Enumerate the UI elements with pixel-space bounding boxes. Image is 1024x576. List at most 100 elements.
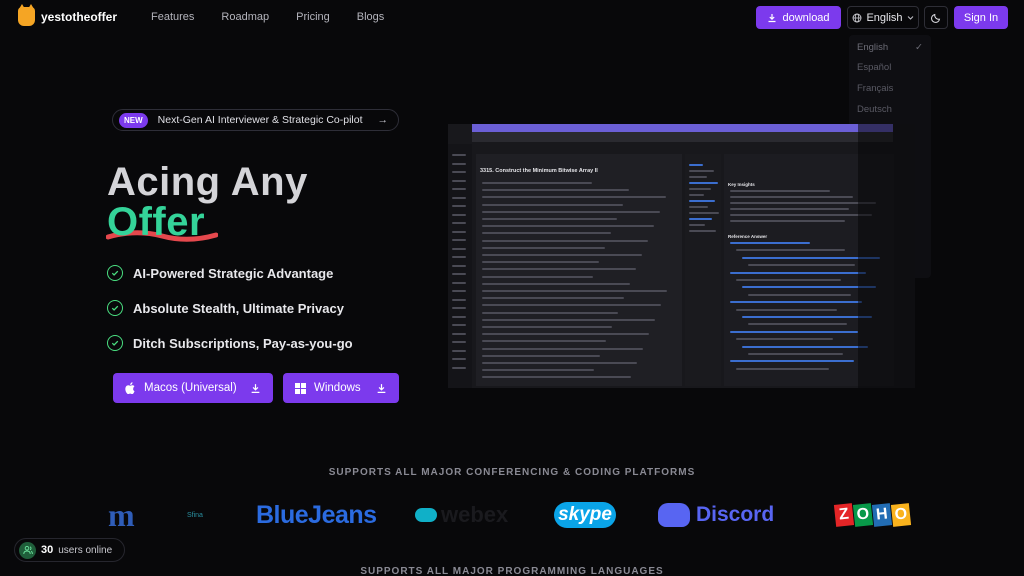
screenshot-line	[748, 264, 855, 267]
screenshot-line	[452, 315, 466, 318]
hero-title-line2: Offer	[107, 200, 206, 244]
nav-link-features[interactable]: Features	[151, 11, 194, 23]
screenshot-line	[452, 196, 466, 199]
logo-webex: webex	[415, 497, 508, 533]
screenshot-line	[482, 311, 618, 314]
screenshot-line	[452, 307, 466, 309]
cat-logo-icon	[18, 4, 35, 26]
screenshot-line	[482, 362, 637, 364]
brand-logo[interactable]: yestotheoffer	[18, 4, 118, 26]
screenshot-line	[452, 256, 466, 258]
check-icon: ✓	[915, 41, 923, 53]
platform-logos: m Sfina BlueJeans webex skype Discord ZO…	[108, 497, 918, 533]
screenshot-line	[482, 239, 648, 242]
screenshot-line	[748, 293, 851, 296]
arrow-right-icon: →	[377, 114, 389, 126]
app-screenshot: 3315. Construct the Minimum Bitwise Arra…	[448, 124, 915, 388]
screenshot-line	[482, 254, 642, 256]
screenshot-line	[482, 369, 594, 372]
screenshot-line	[452, 230, 466, 233]
screenshot-line	[452, 349, 466, 352]
screenshot-line	[452, 213, 466, 216]
language-option[interactable]: English ✓	[849, 37, 931, 58]
users-icon	[19, 541, 36, 559]
screenshot-line	[482, 326, 612, 328]
screenshot-line	[452, 281, 466, 284]
screenshot-line	[689, 206, 708, 208]
download-icon	[768, 13, 776, 22]
screenshot-line	[452, 205, 466, 207]
screenshot-problem-title: 3315. Construct the Minimum Bitwise Arra…	[480, 168, 598, 174]
apple-icon	[125, 382, 135, 394]
chevron-down-icon	[907, 16, 913, 20]
nav-download-button[interactable]: download	[756, 6, 841, 29]
screenshot-toolbar	[472, 132, 893, 142]
screenshot-line	[482, 354, 600, 357]
screenshot-line	[730, 214, 872, 216]
screenshot-line	[452, 324, 466, 326]
language-option[interactable]: Deutsch	[849, 99, 931, 120]
nav-download-label: download	[782, 11, 830, 24]
feature-item: Ditch Subscriptions, Pay-as-you-go	[107, 335, 353, 351]
screenshot-line	[689, 230, 716, 232]
screenshot-line	[730, 271, 866, 274]
download-icon	[251, 383, 260, 393]
logo-bluejeans: BlueJeans	[256, 500, 377, 529]
screenshot-line	[730, 190, 830, 192]
screenshot-line	[482, 347, 643, 350]
nav-link-pricing[interactable]: Pricing	[296, 11, 330, 23]
screenshot-line	[452, 222, 466, 224]
screenshot-line	[730, 330, 858, 333]
zoho-letter: O	[890, 503, 912, 527]
language-select[interactable]: English	[847, 6, 919, 29]
mac-download-button[interactable]: Macos (Universal)	[113, 373, 273, 403]
moon-icon	[930, 13, 940, 23]
nav-link-blogs[interactable]: Blogs	[357, 11, 385, 23]
screenshot-line	[482, 210, 660, 213]
screenshot-line	[689, 224, 705, 226]
screenshot-line	[452, 290, 466, 292]
nav-link-roadmap[interactable]: Roadmap	[221, 11, 269, 23]
screenshot-line	[452, 247, 466, 250]
screenshot-line	[452, 239, 466, 241]
screenshot-line	[689, 164, 703, 166]
badge-text: Next-Gen AI Interviewer & Strategic Co-p…	[157, 114, 363, 126]
logo-skype: skype	[554, 502, 616, 528]
download-icon	[377, 383, 386, 393]
screenshot-line	[689, 176, 707, 178]
language-option[interactable]: Français	[849, 78, 931, 99]
screenshot-line	[482, 318, 655, 321]
screenshot-line	[452, 264, 466, 267]
language-option[interactable]: Español	[849, 58, 931, 79]
logo-m: m	[108, 496, 135, 533]
screenshot-line	[736, 308, 837, 311]
feature-item: Absolute Stealth, Ultimate Privacy	[107, 300, 344, 316]
users-online-badge: 30 users online	[14, 538, 125, 562]
screenshot-line	[452, 366, 466, 369]
screenshot-line	[452, 358, 466, 360]
screenshot-line	[742, 345, 868, 348]
screenshot-line	[689, 182, 718, 184]
screenshot-line	[730, 208, 849, 210]
check-circle-icon	[107, 335, 123, 351]
hero-title-line1: Acing Any	[107, 160, 308, 204]
theme-toggle-button[interactable]	[924, 6, 948, 29]
screenshot-line	[736, 367, 829, 370]
brand-name: yestotheoffer	[41, 9, 118, 24]
screenshot-line	[452, 154, 466, 156]
online-label: users online	[58, 544, 113, 556]
announcement-badge[interactable]: NEW Next-Gen AI Interviewer & Strategic …	[112, 109, 399, 131]
sign-in-button[interactable]: Sign In	[954, 6, 1008, 29]
screenshot-line	[482, 290, 667, 292]
screenshot-key-insights: Key Insights	[728, 182, 755, 187]
platforms-heading: SUPPORTS ALL MAJOR CONFERENCING & CODING…	[328, 467, 696, 478]
screenshot-line	[452, 171, 466, 173]
online-count: 30	[41, 544, 54, 556]
check-circle-icon	[107, 265, 123, 281]
windows-download-button[interactable]: Windows	[283, 373, 399, 403]
feature-text: Ditch Subscriptions, Pay-as-you-go	[133, 335, 353, 351]
screenshot-line	[452, 332, 466, 335]
screenshot-line	[730, 242, 810, 244]
screenshot-line	[742, 316, 872, 318]
screenshot-line	[736, 279, 841, 281]
